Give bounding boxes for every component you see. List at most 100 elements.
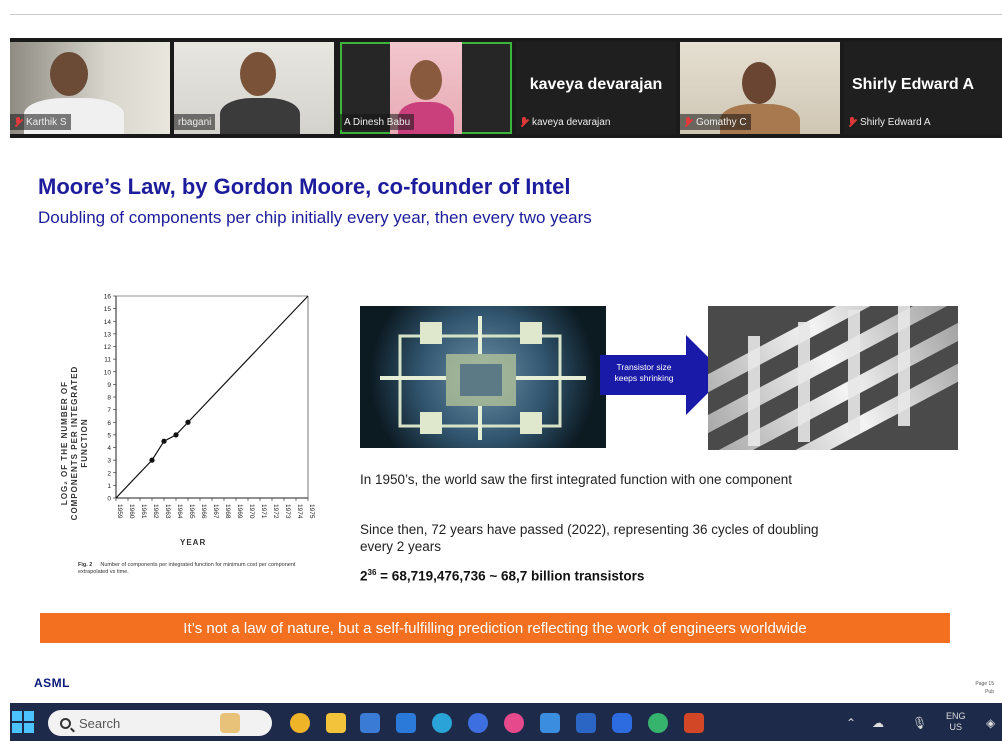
participant-tile-5[interactable]: Gomathy C xyxy=(680,42,840,134)
x-tick-label: 1960 xyxy=(128,504,135,519)
participant-name-bar: A Dinesh Babu xyxy=(340,114,415,130)
zoom-icon[interactable] xyxy=(612,713,632,733)
participant-name: A Dinesh Babu xyxy=(344,116,411,128)
graph-caption: Fig. 2 Number of components per integrate… xyxy=(78,562,308,576)
arrow-caption: Transistor size keeps shrinking xyxy=(614,362,674,383)
y-tick-label: 3 xyxy=(107,458,111,465)
y-tick-label: 16 xyxy=(104,294,112,301)
chip-illustration xyxy=(380,316,586,440)
graph-caption-fig: Fig. 2 xyxy=(78,562,93,568)
x-tick-label: 1969 xyxy=(236,504,243,519)
x-tick-label: 1970 xyxy=(248,504,255,519)
x-tick-label: 1966 xyxy=(200,504,207,519)
participant-name-bar: Gomathy C xyxy=(680,114,751,130)
finfet-transistor-photo xyxy=(708,306,958,450)
x-tick-label: 1961 xyxy=(140,504,147,519)
video-strip: Karthik S rbagani A Dinesh Babu kaveya d… xyxy=(10,38,1002,138)
moores-law-chart: 0123456789101112131415161959 1960 1961 1962… xyxy=(104,294,315,519)
store-icon[interactable] xyxy=(360,713,380,733)
word-icon[interactable] xyxy=(576,713,596,733)
mic-muted-icon xyxy=(848,116,856,128)
widget-icon[interactable] xyxy=(220,713,240,733)
windows-start-icon[interactable] xyxy=(12,711,34,733)
participant-tile-1[interactable]: Karthik S xyxy=(10,42,170,134)
x-tick-label: 1959 xyxy=(116,504,123,519)
edge-icon[interactable] xyxy=(432,713,452,733)
y-tick-label: 14 xyxy=(104,319,112,326)
data-point xyxy=(161,438,167,444)
participant-tile-4[interactable]: kaveya devarajan kaveya devarajan xyxy=(516,42,676,134)
chevron-up-icon[interactable]: ⌃ xyxy=(846,716,856,730)
app-icon[interactable] xyxy=(468,713,488,733)
y-tick-label: 1 xyxy=(107,483,111,490)
x-tick-label: 1974 xyxy=(296,504,303,519)
participant-tile-3[interactable]: A Dinesh Babu xyxy=(340,42,512,134)
participant-name: Karthik S xyxy=(26,116,67,128)
banner-text: It’s not a law of nature, but a self-ful… xyxy=(183,619,807,637)
x-tick-label: 1972 xyxy=(272,504,279,519)
participant-name-bar: rbagani xyxy=(174,114,216,130)
y-tick-label: 0 xyxy=(107,496,111,503)
shared-slide: Moore’s Law, by Gordon Moore, co-founder… xyxy=(10,138,1002,703)
x-tick-label: 1973 xyxy=(284,504,291,519)
participant-name-bar: Karthik S xyxy=(10,114,71,130)
photos-icon[interactable] xyxy=(648,713,668,733)
participant-name: Gomathy C xyxy=(696,116,747,128)
y-tick-label: 13 xyxy=(104,331,112,338)
cloud-icon[interactable]: ☁ xyxy=(872,716,884,730)
participant-name: Shirly Edward A xyxy=(860,116,931,128)
onedrive-icon[interactable] xyxy=(540,713,560,733)
y-tick-label: 5 xyxy=(107,432,111,439)
y-tick-label: 8 xyxy=(107,395,111,402)
x-tick-label: 1971 xyxy=(260,504,267,519)
y-tick-label: 12 xyxy=(104,344,112,351)
mail-icon[interactable] xyxy=(396,713,416,733)
x-tick-label: 1968 xyxy=(224,504,231,519)
paragraph-since-then: Since then, 72 years have passed (2022),… xyxy=(360,522,819,554)
participant-name-bar: Shirly Edward A xyxy=(844,114,935,130)
file-explorer-icon[interactable] xyxy=(326,713,346,733)
trend-line xyxy=(115,295,309,499)
transistor-count-formula: 236 = 68,719,476,736 ~ 68,7 billion tran… xyxy=(360,568,645,584)
x-tick-label: 1975 xyxy=(308,504,315,519)
y-tick-label: 15 xyxy=(104,306,112,313)
y-tick-label: 6 xyxy=(107,420,111,427)
search-placeholder: Search xyxy=(79,715,121,731)
slide-page-number: Page 15 Pub xyxy=(975,681,994,695)
finfet-illustration xyxy=(708,306,958,450)
y-tick-label: 9 xyxy=(107,382,111,389)
windows-taskbar: Search ⌃ ☁ 🎙 ENG US ◈ xyxy=(10,703,1002,741)
participant-display-name: kaveya devarajan xyxy=(529,76,663,93)
paragraph-1950s: In 1950’s, the world saw the first integ… xyxy=(360,472,793,487)
y-tick-label: 10 xyxy=(104,369,112,376)
participant-tile-2[interactable]: rbagani xyxy=(174,42,334,134)
x-tick-label: 1965 xyxy=(188,504,195,519)
participant-tile-6[interactable]: Shirly Edward A Shirly Edward A xyxy=(844,42,1002,134)
microphone-icon[interactable]: 🎙 xyxy=(912,716,927,730)
slide-subtitle: Doubling of components per chip initiall… xyxy=(38,208,592,227)
conclusion-banner: It’s not a law of nature, but a self-ful… xyxy=(40,613,950,643)
language-indicator[interactable]: ENG US xyxy=(946,711,966,733)
search-icon xyxy=(60,717,71,729)
participant-name: kaveya devarajan xyxy=(532,116,611,128)
asml-logo: ASML xyxy=(34,676,70,690)
mic-muted-icon xyxy=(520,116,528,128)
paint-icon[interactable] xyxy=(504,713,524,733)
mic-muted-icon xyxy=(684,116,692,128)
moores-law-graph: LOG₂ OF THE NUMBER OF COMPONENTS PER INT… xyxy=(50,288,320,588)
participant-name: rbagani xyxy=(178,116,212,128)
participant-name-bar: kaveya devarajan xyxy=(516,114,614,130)
x-tick-label: 1963 xyxy=(164,504,171,519)
slide-title: Moore’s Law, by Gordon Moore, co-founder… xyxy=(38,174,571,199)
network-icon[interactable]: ◈ xyxy=(986,716,995,730)
first-integrated-circuit-photo xyxy=(360,306,606,448)
chrome-icon[interactable] xyxy=(290,713,310,733)
y-tick-label: 11 xyxy=(104,357,111,364)
x-tick-label: 1962 xyxy=(152,504,159,519)
powerpoint-icon[interactable] xyxy=(684,713,704,733)
x-tick-label: 1967 xyxy=(212,504,219,519)
participant-display-name: Shirly Edward A xyxy=(852,76,975,93)
data-point xyxy=(185,419,191,425)
graph-caption-text: Number of components per integrated func… xyxy=(78,562,296,575)
y-tick-label: 7 xyxy=(107,407,111,414)
